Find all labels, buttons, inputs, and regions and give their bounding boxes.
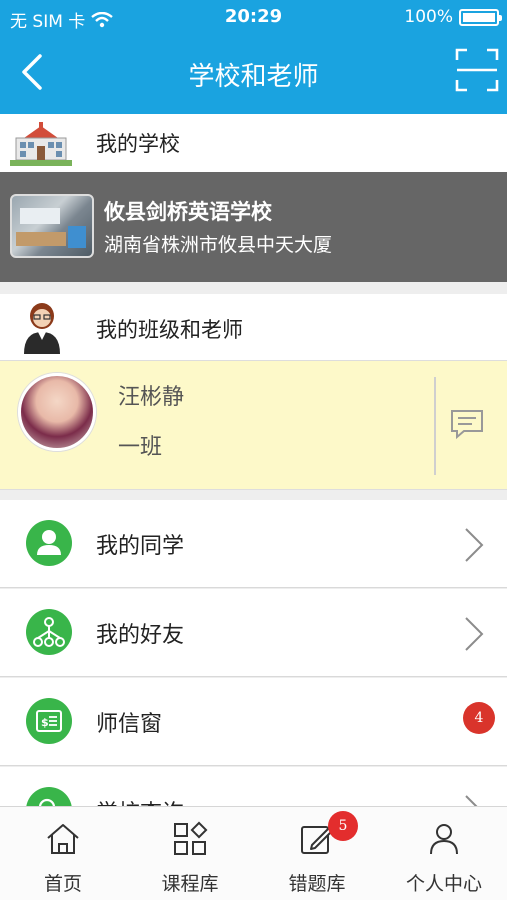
tab-profile[interactable]: 个人中心 [381,807,507,900]
teacher-name: 汪彬静 [118,385,185,410]
status-bar: 无 SIM 卡 20:29 100% [0,0,507,34]
letter-icon: $ [26,698,72,744]
svg-text:$: $ [41,716,49,729]
school-building-icon [10,122,72,166]
teacher-section-label: 我的班级和老师 [96,318,243,342]
school-section-header: 我的学校 [0,114,507,172]
teacher-avatar-icon [24,303,60,354]
menu-item-teacher-mailbox[interactable]: $ 师信窗 4 [0,678,507,766]
school-name: 攸县剑桥英语学校 [104,200,272,224]
page-title: 学校和老师 [188,62,319,92]
grid-icon [174,821,208,855]
tab-label: 课程库 [161,873,219,895]
battery-percent: 100% [404,7,453,27]
menu-item-label: 我的同学 [96,534,185,559]
tab-badge: 5 [328,811,358,841]
home-icon [47,824,79,854]
chevron-right-icon [465,528,484,562]
menu-item-label: 师信窗 [96,712,163,737]
scan-icon[interactable] [453,46,501,94]
class-name: 一班 [118,435,163,460]
tab-mistakes[interactable]: 5 错题库 [254,807,380,900]
tab-bar: 首页 课程库 5 错题库 个人中心 [0,806,507,900]
school-section-label: 我的学校 [96,132,180,156]
chevron-right-icon [465,617,484,651]
tab-home[interactable]: 首页 [0,807,126,900]
menu-item-label: 我的好友 [96,623,185,648]
tab-courses[interactable]: 课程库 [127,807,253,900]
menu-item-classmates[interactable]: 我的同学 [0,500,507,588]
school-address: 湖南省株洲市攸县中天大厦 [104,234,333,256]
divider [434,377,436,475]
teacher-section-header: 我的班级和老师 [0,294,507,360]
message-icon[interactable] [448,405,486,443]
network-icon [26,609,72,655]
teacher-avatar [18,373,96,451]
user-icon [430,824,458,855]
person-icon [26,520,72,566]
nav-bar: 学校和老师 [0,34,507,114]
school-card[interactable]: 攸县剑桥英语学校 湖南省株洲市攸县中天大厦 [0,172,507,282]
battery-icon [459,8,502,26]
teacher-card[interactable]: 汪彬静 一班 [0,360,507,490]
school-photo [10,194,94,258]
tab-label: 首页 [43,873,82,895]
battery-group: 100% [404,7,502,27]
menu-item-friends[interactable]: 我的好友 [0,589,507,677]
tab-label: 个人中心 [405,873,482,895]
unread-badge: 4 [463,702,495,734]
tab-label: 错题库 [288,873,346,895]
